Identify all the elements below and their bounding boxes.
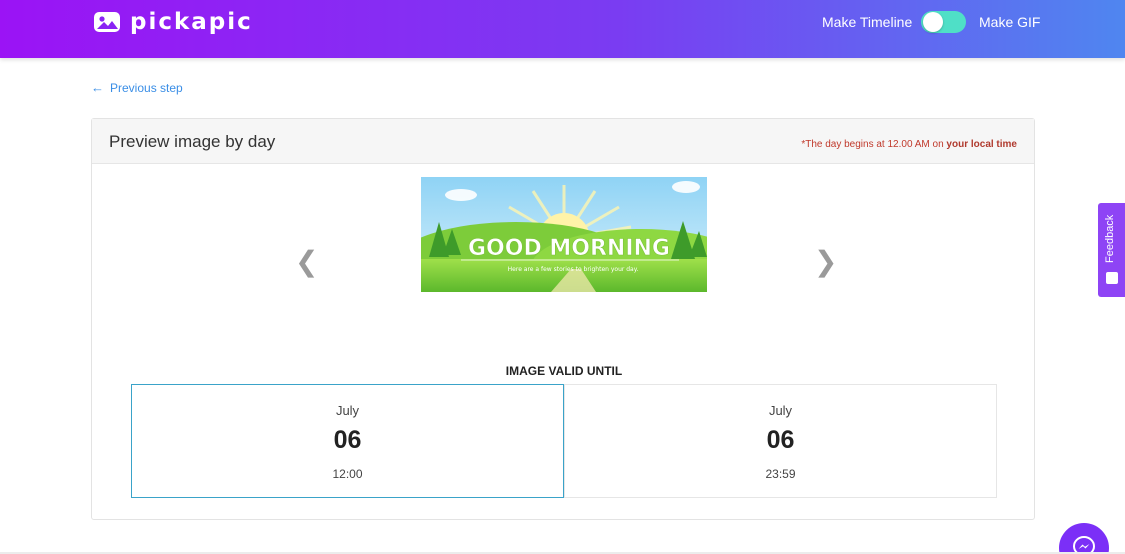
brand-name: pickapic bbox=[130, 9, 253, 35]
preview-image: GOOD MORNING Here are a few stories to b… bbox=[421, 177, 707, 292]
chevron-left-icon[interactable]: ❮ bbox=[295, 245, 318, 278]
chevron-right-icon[interactable]: ❯ bbox=[814, 245, 837, 278]
feedback-icon bbox=[1106, 272, 1118, 284]
day-start-box[interactable]: July 06 12:00 bbox=[131, 384, 564, 498]
day-number: 06 bbox=[333, 426, 362, 454]
time-label: 23:59 bbox=[765, 467, 796, 481]
make-timeline-label: Make Timeline bbox=[822, 14, 913, 30]
toggle-knob bbox=[923, 12, 943, 32]
feedback-tab[interactable]: Feedback bbox=[1098, 203, 1125, 297]
preview-card: Preview image by day *The day begins at … bbox=[91, 118, 1035, 520]
feedback-label: Feedback bbox=[1104, 214, 1116, 263]
photo-logo-icon bbox=[94, 12, 120, 32]
previous-step-link[interactable]: ← Previous step bbox=[91, 80, 183, 95]
previous-step-label: Previous step bbox=[110, 80, 183, 95]
image-valid-until-label: IMAGE VALID UNTIL bbox=[505, 364, 623, 378]
preview-headline: GOOD MORNING bbox=[468, 236, 670, 261]
day-number: 06 bbox=[766, 426, 795, 454]
time-label: 12:00 bbox=[332, 467, 363, 481]
messenger-button[interactable] bbox=[1059, 523, 1109, 554]
day-end-box[interactable]: July 06 23:59 bbox=[564, 384, 997, 498]
month-label: July bbox=[768, 403, 793, 418]
local-time-note: *The day begins at 12.00 AM on your loca… bbox=[801, 139, 1017, 150]
card-title: Preview image by day bbox=[109, 132, 276, 151]
arrow-left-icon: ← bbox=[91, 80, 104, 95]
brand-logo[interactable]: pickapic bbox=[92, 9, 253, 35]
local-time-note-emphasis: your local time bbox=[946, 139, 1017, 150]
top-header: pickapic Make Timeline Make GIF bbox=[0, 0, 1125, 58]
month-label: July bbox=[335, 403, 360, 418]
preview-subline: Here are a few stories to brighten your … bbox=[508, 266, 639, 273]
mode-toggle[interactable] bbox=[921, 11, 966, 33]
local-time-note-prefix: *The day begins at 12.00 AM on bbox=[801, 139, 947, 150]
card-header: Preview image by day *The day begins at … bbox=[92, 119, 1034, 164]
make-gif-label: Make GIF bbox=[979, 14, 1041, 30]
